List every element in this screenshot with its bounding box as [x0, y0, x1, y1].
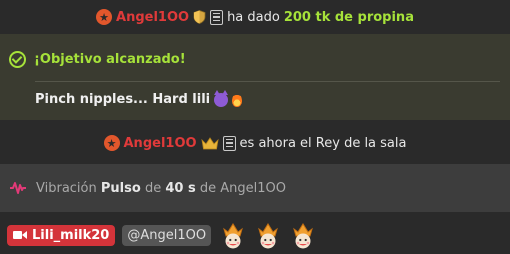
king-emoji-icon: [258, 223, 278, 249]
goal-heading-row: ¡Objetivo alcanzado!: [9, 51, 186, 68]
star-badge-icon: ★: [103, 135, 120, 151]
tip-event-row: ★ Angel1OO ha dado 200 tk de propina: [0, 0, 510, 34]
king-emoji-icon: [223, 223, 243, 249]
sender-name: Lili_milk20: [32, 227, 110, 243]
goal-reached-box: ¡Objetivo alcanzado! Pinch nipples... Ha…: [0, 34, 510, 120]
king-username[interactable]: Angel1OO: [124, 136, 197, 151]
devil-emoji-icon: [214, 89, 229, 107]
document-icon: [210, 9, 224, 25]
tip-username[interactable]: Angel1OO: [116, 10, 189, 25]
king-event-row: ★ Angel1OO es ahora el Rey de la sala: [0, 124, 510, 162]
vibration-de2: de: [199, 180, 217, 196]
tip-amount: 200 tk de propina: [283, 9, 414, 25]
goal-description: Pinch nipples... Hard lili: [35, 92, 211, 107]
crown-icon: [200, 136, 219, 149]
camera-icon: [13, 230, 27, 240]
vibration-de: de: [144, 180, 162, 196]
star-badge-icon: ★: [96, 9, 113, 25]
king-text: es ahora el Rey de la sala: [239, 135, 407, 151]
vibration-duration: 40 s: [165, 180, 196, 196]
fire-emoji-icon: [232, 92, 243, 107]
vibration-event-row: Vibración Pulso de 40 s de Angel1OO: [0, 164, 510, 212]
sender-chip[interactable]: Lili_milk20: [7, 224, 116, 246]
tip-action: ha dado: [227, 9, 280, 25]
chat-message-row: Lili_milk20 @Angel1OO: [0, 216, 510, 254]
shield-icon: [193, 10, 206, 24]
document-icon: [222, 135, 236, 151]
vibration-wave-icon: [10, 182, 26, 194]
goal-check-icon: [9, 51, 26, 68]
vibration-pattern: Pulso: [100, 180, 141, 196]
vibration-text: Vibración Pulso de 40 s de Angel1OO: [36, 181, 286, 196]
goal-description-row: Pinch nipples... Hard lili: [35, 89, 243, 107]
goal-divider: [35, 81, 500, 82]
vibration-label: Vibración: [36, 180, 97, 196]
mention-chip[interactable]: @Angel1OO: [122, 224, 212, 246]
goal-heading: ¡Objetivo alcanzado!: [34, 52, 186, 67]
king-emoji-icon: [293, 223, 313, 249]
vibration-username[interactable]: Angel1OO: [220, 181, 286, 196]
chat-feed: ★ Angel1OO ha dado 200 tk de propina ¡Ob…: [0, 0, 510, 254]
